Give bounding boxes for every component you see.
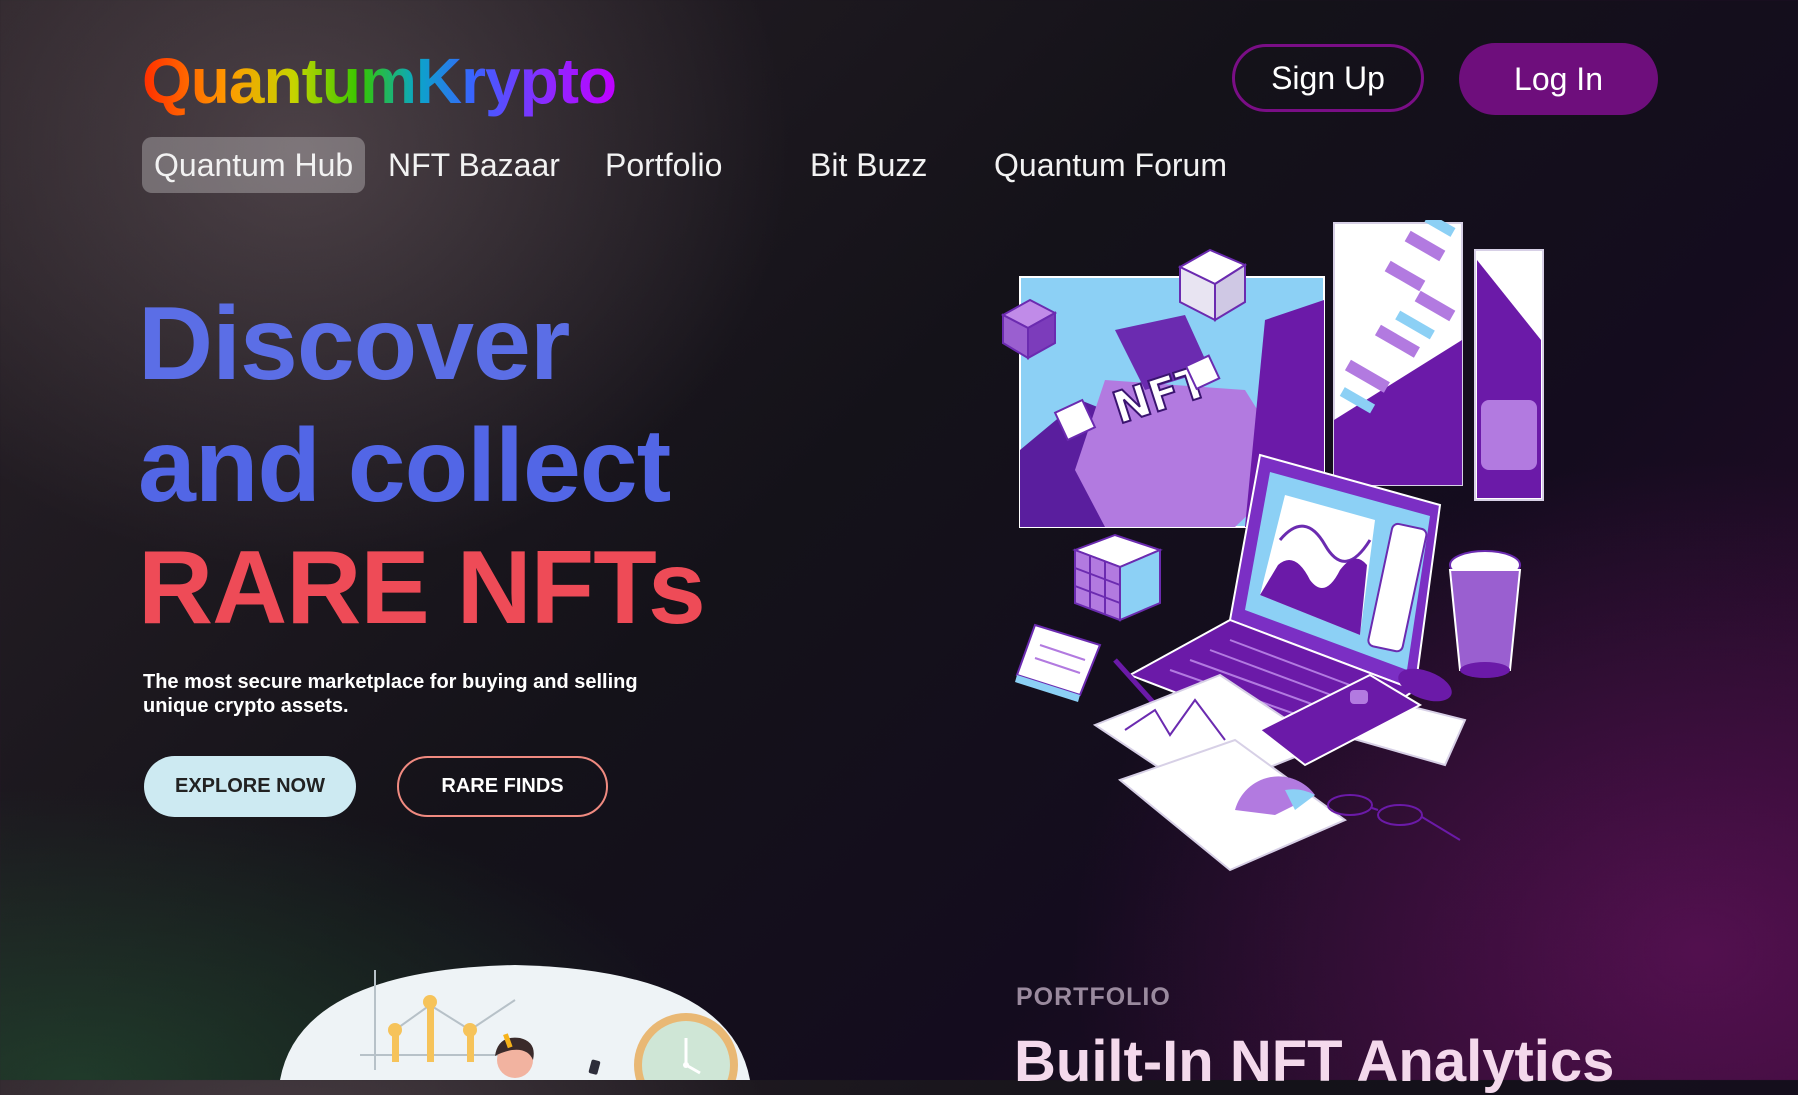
nav-item-nft-bazaar[interactable]: NFT Bazaar <box>388 137 560 193</box>
glasses-icon <box>1327 794 1461 841</box>
section-title: Built-In NFT Analytics <box>1014 1029 1615 1094</box>
nav-item-bit-buzz[interactable]: Bit Buzz <box>810 137 927 193</box>
nav-item-quantum-forum[interactable]: Quantum Forum <box>994 137 1227 193</box>
hero-illustration: NFT <box>1000 220 1544 872</box>
logo[interactable]: QuantumKrypto <box>142 44 617 118</box>
nav-item-quantum-hub[interactable]: Quantum Hub <box>142 137 366 193</box>
sign-up-button[interactable]: Sign Up <box>1232 44 1424 112</box>
explore-now-button[interactable]: EXPLORE NOW <box>144 756 356 817</box>
analytics-illustration <box>280 965 750 1080</box>
hero-title: Discover and collect RARE NFTs <box>138 283 838 649</box>
section-label: PORTFOLIO <box>1016 983 1171 1011</box>
log-in-button[interactable]: Log In <box>1459 43 1658 115</box>
hero-title-line-3: RARE NFTs <box>138 530 706 646</box>
notepad-icon <box>1015 623 1102 702</box>
hero-title-line-2: and collect <box>138 408 671 524</box>
puzzle-cube-icon <box>1072 533 1163 622</box>
hero-title-line-1: Discover <box>138 286 570 402</box>
coffee-cup-icon <box>1448 550 1522 678</box>
hero-subtitle: The most secure marketplace for buying a… <box>143 671 638 717</box>
nav-item-portfolio[interactable]: Portfolio <box>605 137 722 193</box>
rare-finds-button[interactable]: RARE FINDS <box>397 756 608 817</box>
